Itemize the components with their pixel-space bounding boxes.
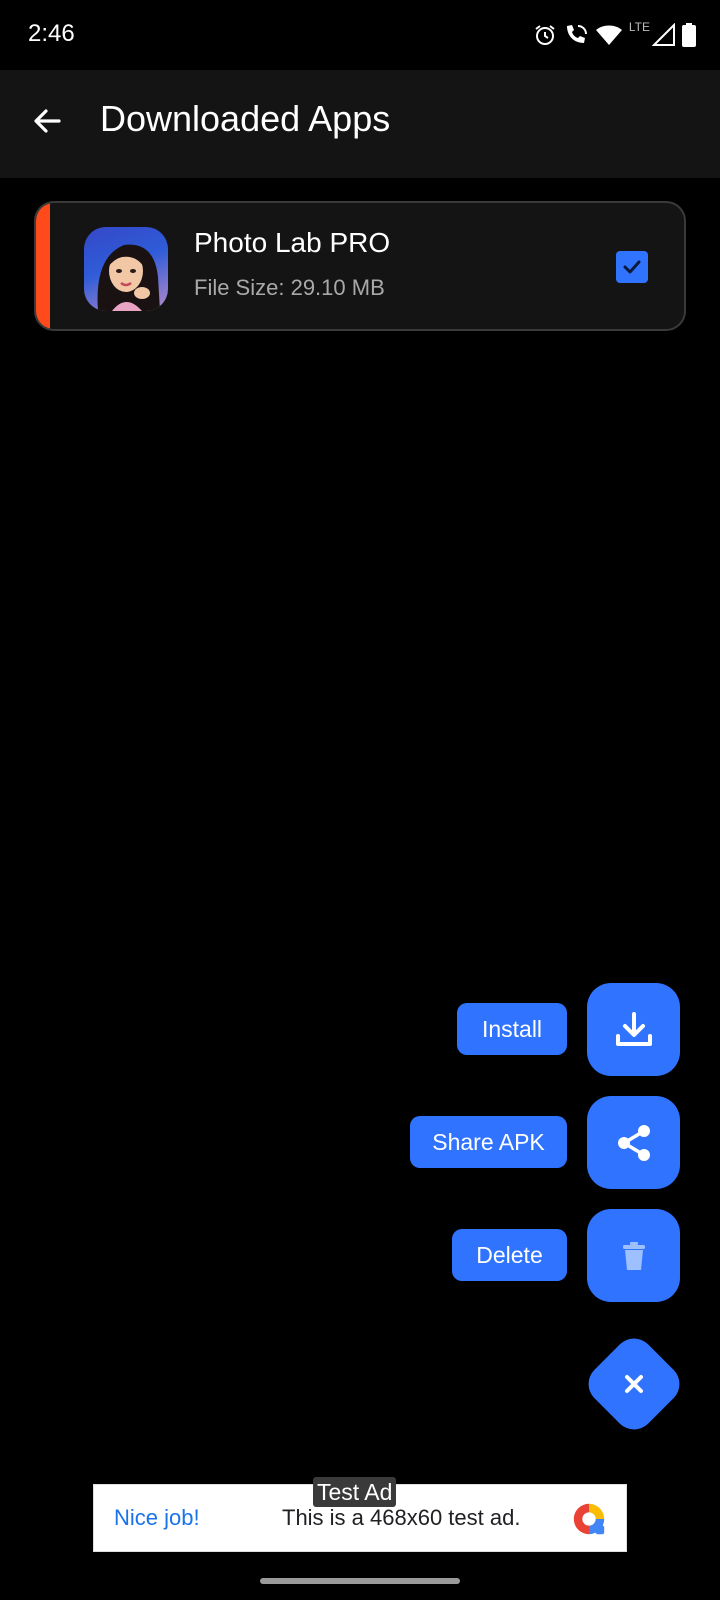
wifi-call-icon [563,23,589,47]
trash-icon [622,1241,645,1270]
download-icon [615,1011,652,1046]
app-list-item[interactable]: Photo Lab PRO File Size: 29.10 MB [34,201,686,331]
ad-headline: Nice job! [114,1505,200,1530]
card-accent-bar [36,203,50,329]
test-ad-tag: Test Ad [313,1477,397,1507]
wifi-icon [595,23,623,47]
status-bar: 2:46 LTE [0,0,720,70]
alarm-icon [533,23,557,47]
network-type-label: LTE [628,20,650,34]
install-label-button[interactable]: Install [457,1003,567,1055]
page-title: Downloaded Apps [100,98,391,139]
close-fab-button[interactable] [580,1330,688,1438]
check-icon [623,260,641,274]
status-icons: LTE [533,20,696,50]
app-bar: Downloaded Apps [0,70,720,178]
gesture-nav-handle[interactable] [260,1578,460,1584]
arrow-left-icon [34,109,61,133]
app-name: Photo Lab PRO [194,227,391,258]
delete-label-button[interactable]: Delete [452,1229,567,1281]
app-icon [84,227,168,311]
status-time: 2:46 [28,20,75,47]
battery-icon [682,23,696,47]
ad-logo-icon [573,1503,605,1535]
ad-text: This is a 468x60 test ad. [282,1505,521,1530]
share-fab-button[interactable] [587,1096,680,1189]
signal-icon [652,23,676,47]
delete-fab-button[interactable] [587,1209,680,1302]
back-button[interactable] [26,100,68,142]
select-checkbox[interactable] [616,251,648,283]
share-apk-label-button[interactable]: Share APK [410,1116,567,1168]
share-icon [617,1124,650,1161]
app-file-size: File Size: 29.10 MB [194,275,385,300]
close-icon [625,1375,643,1393]
install-fab-button[interactable] [587,983,680,1076]
